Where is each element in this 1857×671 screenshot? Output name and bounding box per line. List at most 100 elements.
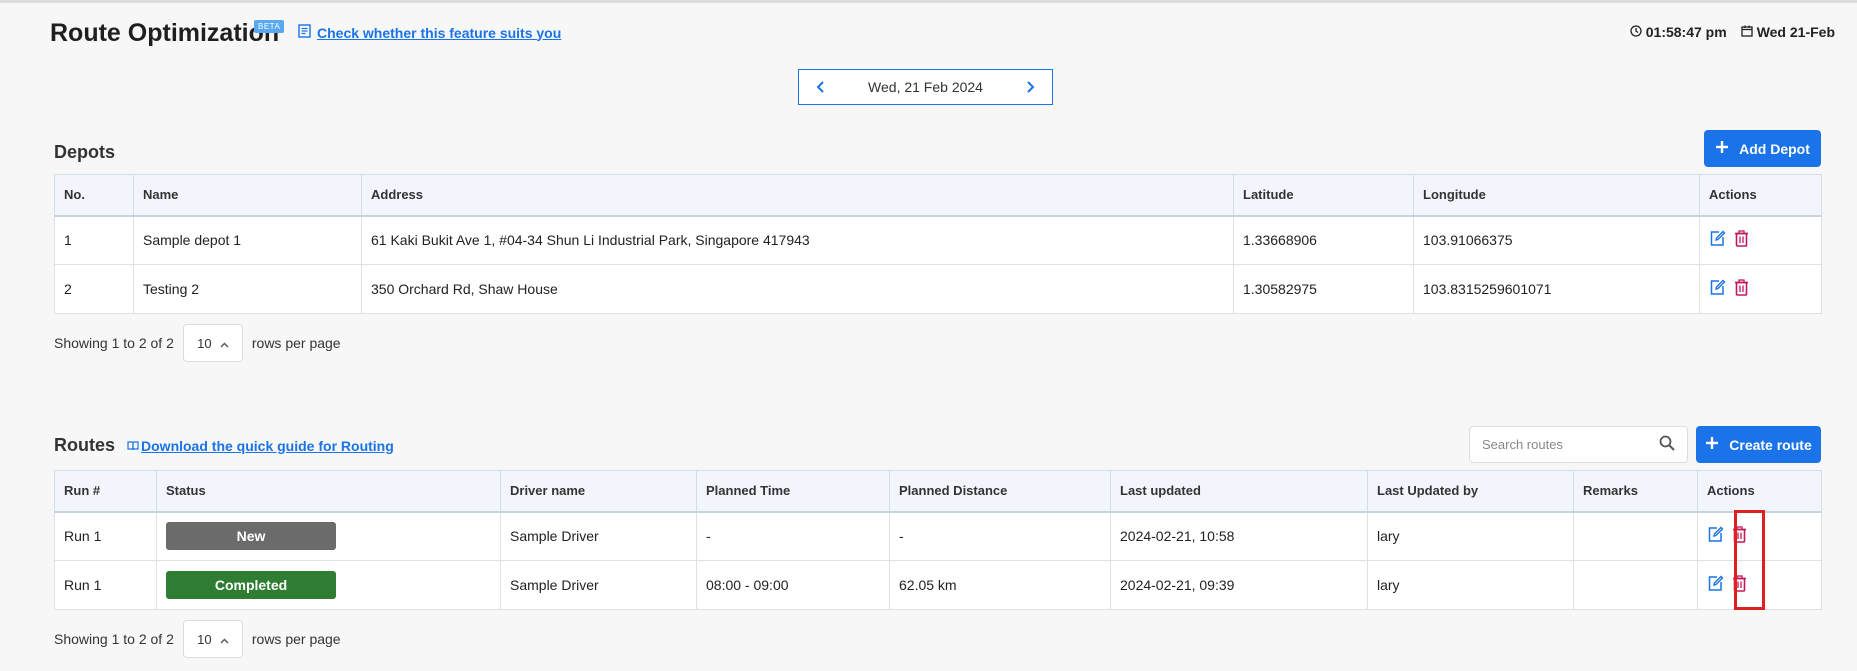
chevron-up-icon [220, 336, 229, 351]
depot-actions [1699, 264, 1822, 314]
column-header: No. [54, 174, 134, 217]
depot-address: 350 Orchard Rd, Shaw House [361, 264, 1234, 314]
column-header: Longitude [1413, 174, 1700, 217]
date-navigator: Wed, 21 Feb 2024 [798, 69, 1053, 105]
document-icon [298, 24, 311, 41]
rows-per-page-value: 10 [197, 335, 212, 351]
table-header-row: Run # Status Driver name Planned Time Pl… [54, 470, 1822, 513]
routes-pagination: Showing 1 to 2 of 2 10 rows per page [54, 620, 341, 658]
routes-header: Routes Download the quick guide for Rout… [54, 435, 394, 456]
route-planned-time: - [696, 511, 890, 561]
book-icon [127, 438, 139, 454]
table-row[interactable]: Run 1 Completed Sample Driver 08:00 - 09… [54, 560, 1822, 610]
route-planned-time: 08:00 - 09:00 [696, 560, 890, 610]
create-route-button[interactable]: Create route [1696, 426, 1821, 463]
search-icon[interactable] [1659, 435, 1675, 454]
trash-icon[interactable] [1732, 526, 1747, 546]
edit-icon[interactable] [1709, 230, 1726, 250]
feature-check-link-wrap[interactable]: Check whether this feature suits you [298, 24, 561, 41]
search-routes-box[interactable] [1469, 426, 1688, 463]
clock-area: 01:58:47 pm Wed 21-Feb [1630, 24, 1835, 40]
route-remarks [1573, 560, 1698, 610]
route-last-updated: 2024-02-21, 09:39 [1110, 560, 1368, 610]
trash-icon[interactable] [1734, 279, 1749, 299]
table-row[interactable]: Run 1 New Sample Driver - - 2024-02-21, … [54, 511, 1822, 561]
routing-guide-wrap[interactable]: Download the quick guide for Routing [127, 438, 394, 454]
route-status-cell: New [156, 511, 501, 561]
route-actions [1697, 511, 1822, 561]
routes-title: Routes [54, 435, 116, 455]
plus-icon [1715, 140, 1729, 157]
edit-icon[interactable] [1707, 526, 1724, 546]
beta-badge: BETA [254, 20, 285, 33]
column-header: Address [361, 174, 1234, 217]
depot-latitude: 1.33668906 [1233, 215, 1414, 265]
depot-name: Testing 2 [133, 264, 362, 314]
status-badge: Completed [166, 571, 336, 599]
route-updated-by: lary [1367, 511, 1574, 561]
trash-icon[interactable] [1734, 230, 1749, 250]
add-depot-label: Add Depot [1739, 140, 1810, 157]
depots-title: Depots [54, 142, 116, 162]
status-badge: New [166, 522, 336, 551]
edit-icon[interactable] [1707, 575, 1724, 595]
rows-per-page-select[interactable]: 10 [182, 620, 243, 658]
selected-date: Wed, 21 Feb 2024 [868, 79, 983, 95]
showing-count: Showing 1 to 2 of 2 [54, 335, 174, 351]
create-route-label: Create route [1729, 436, 1812, 453]
chevron-up-icon [220, 632, 229, 647]
current-time: 01:58:47 pm [1645, 24, 1727, 40]
column-header: Planned Time [696, 470, 890, 513]
calendar-icon [1741, 24, 1753, 40]
depot-address: 61 Kaki Bukit Ave 1, #04-34 Shun Li Indu… [361, 215, 1234, 265]
column-header: Status [156, 470, 501, 513]
depot-no: 1 [54, 215, 134, 265]
column-header: Name [133, 174, 362, 217]
table-row: 2 Testing 2 350 Orchard Rd, Shaw House 1… [54, 264, 1822, 314]
depot-no: 2 [54, 264, 134, 314]
add-depot-button[interactable]: Add Depot [1704, 130, 1821, 167]
trash-icon[interactable] [1732, 575, 1747, 595]
route-planned-distance: - [889, 511, 1111, 561]
column-header: Actions [1697, 470, 1822, 513]
clock-icon [1630, 24, 1642, 40]
search-input[interactable] [1482, 437, 1659, 452]
route-actions [1697, 560, 1822, 610]
feature-check-link[interactable]: Check whether this feature suits you [317, 25, 561, 41]
depot-name: Sample depot 1 [133, 215, 362, 265]
table-row: 1 Sample depot 1 61 Kaki Bukit Ave 1, #0… [54, 215, 1822, 265]
depot-longitude: 103.91066375 [1413, 215, 1700, 265]
column-header: Last updated [1110, 470, 1368, 513]
showing-count: Showing 1 to 2 of 2 [54, 631, 174, 647]
plus-icon [1705, 436, 1719, 453]
current-date: Wed 21-Feb [1756, 24, 1835, 40]
chevron-left-icon[interactable] [813, 79, 829, 95]
route-planned-distance: 62.05 km [889, 560, 1111, 610]
route-updated-by: lary [1367, 560, 1574, 610]
column-header: Last Updated by [1367, 470, 1574, 513]
route-remarks [1573, 511, 1698, 561]
route-status-cell: Completed [156, 560, 501, 610]
depots-table: No. Name Address Latitude Longitude Acti… [54, 174, 1822, 314]
chevron-right-icon[interactable] [1022, 79, 1038, 95]
rows-per-page-label: rows per page [251, 631, 341, 647]
table-header-row: No. Name Address Latitude Longitude Acti… [54, 174, 1822, 217]
column-header: Run # [54, 470, 157, 513]
route-driver: Sample Driver [500, 560, 697, 610]
routing-guide-link[interactable]: Download the quick guide for Routing [141, 438, 394, 454]
column-header: Remarks [1573, 470, 1698, 513]
routes-table: Run # Status Driver name Planned Time Pl… [54, 470, 1822, 610]
column-header: Driver name [500, 470, 697, 513]
rows-per-page-value: 10 [197, 631, 212, 647]
depots-pagination: Showing 1 to 2 of 2 10 rows per page [54, 324, 341, 362]
column-header: Planned Distance [889, 470, 1111, 513]
column-header: Actions [1699, 174, 1822, 217]
route-last-updated: 2024-02-21, 10:58 [1110, 511, 1368, 561]
edit-icon[interactable] [1709, 279, 1726, 299]
depot-longitude: 103.8315259601071 [1413, 264, 1700, 314]
depot-actions [1699, 215, 1822, 265]
page-title: Route Optimization [50, 19, 280, 47]
route-run: Run 1 [54, 560, 157, 610]
route-driver: Sample Driver [500, 511, 697, 561]
rows-per-page-select[interactable]: 10 [182, 324, 243, 362]
